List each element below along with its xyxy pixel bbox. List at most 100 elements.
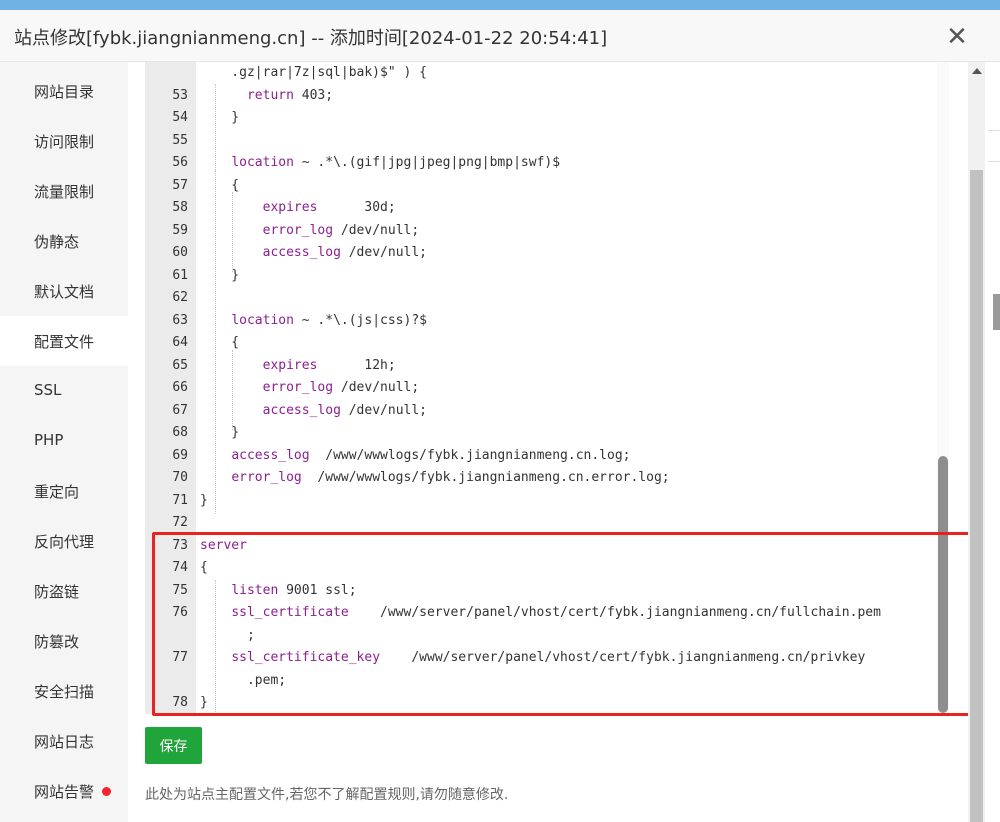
dialog-title: 站点修改[fybk.jiangnianmeng.cn] -- 添加时间[2024…: [14, 28, 608, 49]
config-hint-text: 此处为站点主配置文件,若您不了解配置规则,请勿随意修改.: [145, 787, 509, 803]
line-number: 56: [172, 155, 188, 170]
code-text: location ~ .*\.(js|css)?$: [231, 312, 427, 328]
code-line: 54 }: [145, 107, 945, 129]
line-number: 55: [172, 132, 188, 148]
alert-badge-dot: [102, 787, 111, 796]
sidebar-item-8[interactable]: 重定向: [0, 466, 128, 516]
code-line: 57 {: [145, 175, 945, 197]
code-text: {: [200, 335, 240, 350]
close-icon[interactable]: ✕: [944, 24, 970, 50]
code-text: expires 30d;: [262, 200, 396, 215]
code-line: 56 location ~ .*\.(gif|jpg|jpeg|png|bmp|…: [145, 152, 945, 174]
code-text: error_log /www/wwwlogs/fybk.jiangnianmen…: [231, 470, 670, 485]
code-text: }: [200, 425, 240, 440]
sidebar-item-label: 防篡改: [34, 633, 80, 651]
line-number: 62: [172, 290, 188, 305]
line-number: 67: [172, 402, 188, 418]
line-number: 66: [172, 380, 188, 395]
indent-guide: [215, 170, 216, 514]
code-line: 68 }: [145, 422, 945, 444]
code-line: 70 error_log /www/wwwlogs/fybk.jiangnian…: [145, 467, 945, 489]
indent-guide: [232, 350, 233, 430]
background-page-divider: [988, 130, 1000, 162]
line-number: 54: [172, 110, 188, 125]
line-number: 58: [172, 200, 188, 215]
sidebar-item-label: 网站日志: [34, 733, 95, 751]
code-line: 71}: [145, 490, 945, 512]
line-number: 57: [172, 177, 188, 193]
dialog-scrollbar-thumb[interactable]: [970, 170, 983, 822]
sidebar-item-1[interactable]: 访问限制: [0, 116, 128, 166]
sidebar-item-10[interactable]: 防盗链: [0, 566, 128, 616]
annotation-highlight-box: [152, 532, 986, 716]
code-line: 59 error_log /dev/null;: [145, 220, 945, 242]
code-text: location ~ .*\.(gif|jpg|jpeg|png|bmp|swf…: [231, 155, 561, 170]
sidebar-item-9[interactable]: 反向代理: [0, 516, 128, 566]
sidebar-item-label: 反向代理: [34, 533, 95, 551]
sidebar-item-label: 访问限制: [34, 133, 95, 151]
code-line: 65 expires 12h;: [145, 355, 945, 377]
code-text: }: [200, 492, 208, 508]
code-text: access_log /www/wwwlogs/fybk.jiangnianme…: [231, 447, 631, 463]
sidebar-item-label: 重定向: [34, 483, 80, 501]
code-text: }: [200, 110, 240, 125]
code-text: access_log /dev/null;: [262, 245, 427, 260]
sidebar-item-11[interactable]: 防篡改: [0, 616, 128, 666]
code-line: 60 access_log /dev/null;: [145, 242, 945, 264]
sidebar-item-3[interactable]: 伪静态: [0, 216, 128, 266]
code-line: 64 {: [145, 332, 945, 354]
line-number: 68: [172, 425, 188, 440]
sidebar-item-label: 网站告警: [34, 783, 95, 801]
code-text: .gz|rar|7z|sql|bak)$" ) {: [200, 65, 427, 80]
code-text: expires 12h;: [262, 357, 396, 373]
sidebar-item-label: 默认文档: [34, 283, 95, 301]
sidebar: 网站目录访问限制流量限制伪静态默认文档配置文件 SSL PHP 重定向反向代理防盗链防…: [0, 62, 128, 822]
code-line: 66 error_log /dev/null;: [145, 377, 945, 399]
dialog-titlebar: 站点修改[fybk.jiangnianmeng.cn] -- 添加时间[2024…: [0, 10, 1000, 62]
line-number: 69: [172, 447, 188, 463]
sidebar-item-5[interactable]: 配置文件: [0, 316, 128, 366]
sidebar-item-label: 伪静态: [34, 233, 80, 251]
sidebar-item-6[interactable]: SSL: [0, 366, 128, 416]
code-text: }: [200, 267, 240, 283]
code-line: 69 access_log /www/wwwlogs/fybk.jiangnia…: [145, 445, 945, 467]
sidebar-item-label: PHP: [34, 431, 64, 449]
line-number: 59: [172, 222, 188, 238]
line-number: 72: [172, 515, 188, 530]
sidebar-item-label: 配置文件: [34, 333, 95, 351]
sidebar-item-label: 安全扫描: [34, 683, 95, 701]
code-line: 61 }: [145, 265, 945, 287]
line-number: 65: [172, 357, 188, 373]
sidebar-item-label: 防盗链: [34, 583, 80, 601]
code-text: {: [200, 177, 240, 193]
line-number: 63: [172, 312, 188, 328]
sidebar-item-0[interactable]: 网站目录: [0, 66, 128, 116]
sidebar-item-2[interactable]: 流量限制: [0, 166, 128, 216]
sidebar-item-label: 流量限制: [34, 183, 95, 201]
code-line: 62: [145, 287, 945, 309]
line-number: 53: [172, 87, 188, 103]
line-number: 61: [172, 267, 188, 283]
sidebar-item-4[interactable]: 默认文档: [0, 266, 128, 316]
code-line: 53 return 403;: [145, 85, 945, 107]
sidebar-item-13[interactable]: 网站日志: [0, 716, 128, 766]
background-page-edge: [985, 62, 1000, 822]
sidebar-item-14[interactable]: 网站告警: [0, 766, 128, 816]
code-line: 72: [145, 512, 945, 534]
code-text: access_log /dev/null;: [262, 402, 427, 418]
sidebar-item-label: SSL: [34, 381, 62, 399]
background-page-scroll-thumb: [993, 294, 1000, 330]
line-number: 60: [172, 245, 188, 260]
sidebar-item-label: 网站目录: [34, 83, 95, 101]
code-line: 58 expires 30d;: [145, 197, 945, 219]
code-line: 63 location ~ .*\.(js|css)?$: [145, 310, 945, 332]
code-text: return 403;: [246, 87, 334, 103]
line-number: 64: [172, 335, 188, 350]
line-number: 71: [172, 492, 188, 508]
code-line: .gz|rar|7z|sql|bak)$" ) {: [145, 62, 945, 84]
save-button[interactable]: 保存: [145, 727, 202, 764]
sidebar-item-12[interactable]: 安全扫描: [0, 666, 128, 716]
sidebar-item-7[interactable]: PHP: [0, 416, 128, 466]
indent-guide: [232, 192, 233, 272]
scroll-up-arrow-icon[interactable]: [972, 68, 982, 74]
